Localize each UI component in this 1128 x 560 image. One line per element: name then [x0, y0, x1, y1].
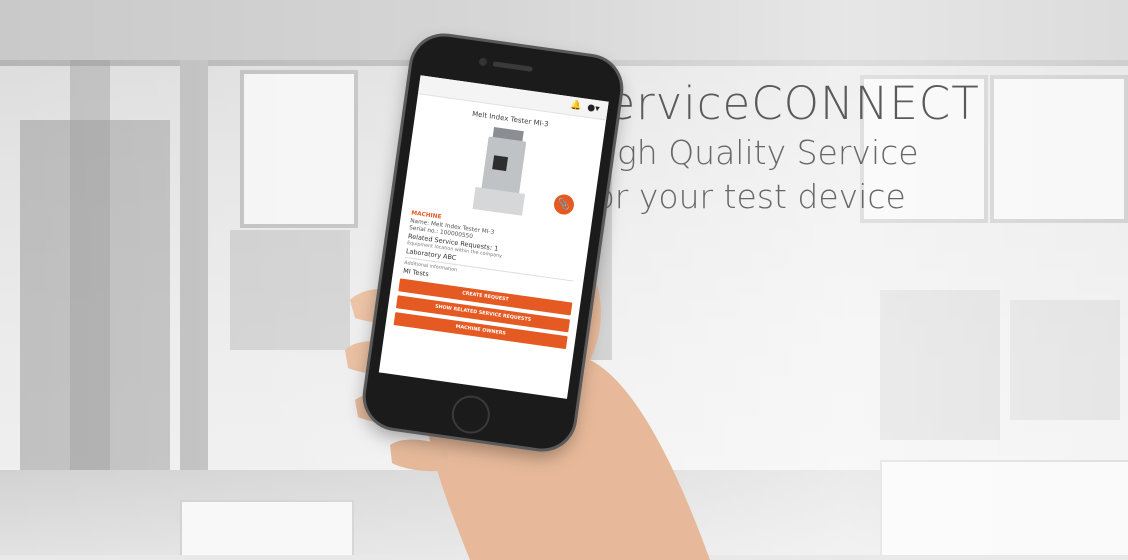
hero-title: serviceCONNECT	[583, 77, 980, 130]
app-screen: 🔔 ●▾ Melt Index Tester MI-3 📎 MACHINE Na…	[378, 75, 609, 399]
speaker-grille	[492, 61, 533, 72]
machine-image-panel	[492, 155, 509, 172]
home-button[interactable]	[449, 393, 493, 437]
paperclip-icon: 📎	[557, 198, 571, 211]
bell-icon[interactable]: 🔔	[570, 100, 583, 111]
attachment-button[interactable]: 📎	[552, 193, 576, 216]
hero-heading: serviceCONNECT High Quality Service for …	[583, 78, 980, 218]
hero-subtitle-line2: for your test device	[583, 177, 906, 216]
account-icon[interactable]: ●▾	[587, 103, 601, 115]
hero-subtitle-line1: High Quality Service	[583, 133, 919, 172]
machine-image	[462, 124, 544, 223]
front-camera	[478, 57, 488, 67]
